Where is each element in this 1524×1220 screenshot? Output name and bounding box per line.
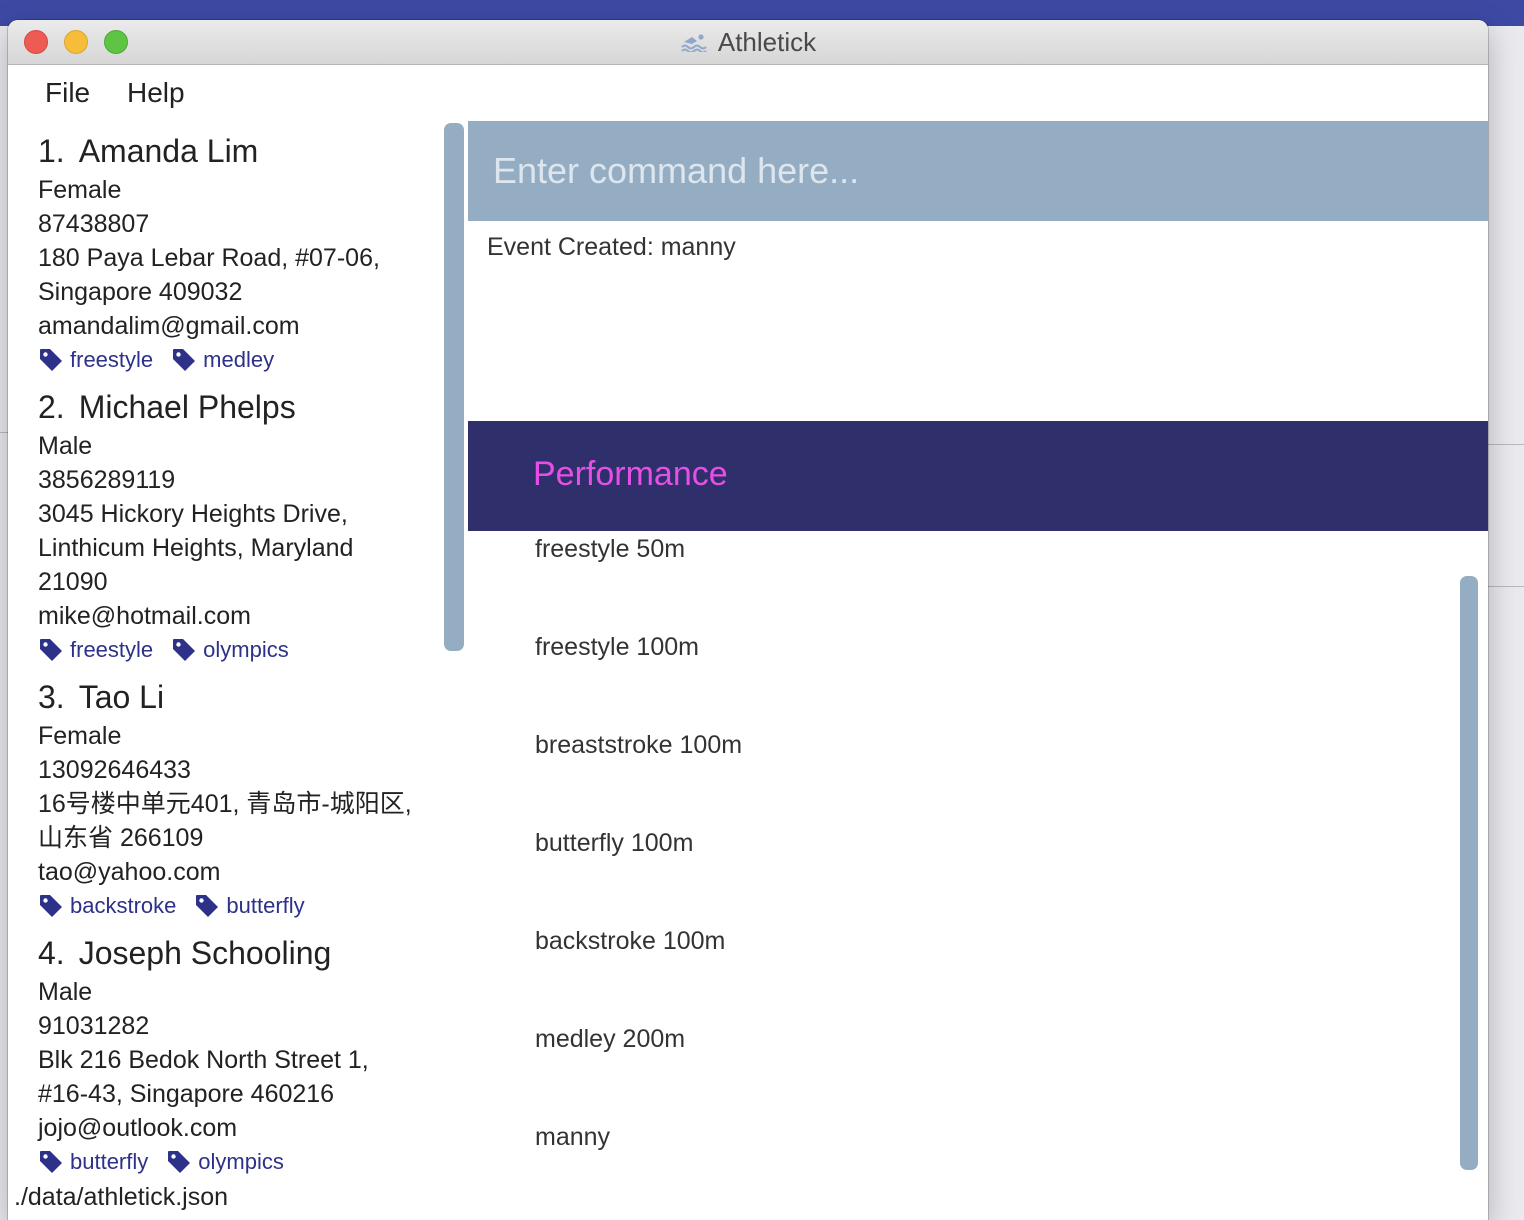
person-address-line: 3045 Hickory Heights Drive,: [38, 500, 348, 528]
person-gender: Female: [38, 722, 122, 750]
tag: butterfly: [194, 893, 305, 919]
desktop-divider: [1488, 586, 1524, 587]
person-name: Tao Li: [78, 679, 165, 715]
person-name-row: 2. Michael Phelps: [38, 389, 448, 425]
tag-list: freestyle medley: [38, 343, 448, 377]
person-list-scrollbar[interactable]: [444, 123, 464, 651]
tag: medley: [171, 347, 274, 373]
person-address-line: Singapore 409032: [38, 278, 243, 306]
tag-list: freestyle olympics: [38, 633, 448, 667]
person-index: 3.: [38, 679, 65, 715]
person-phone: 3856289119: [38, 466, 176, 494]
command-input[interactable]: [468, 121, 1488, 221]
tag: freestyle: [38, 637, 153, 663]
desktop-divider: [1488, 444, 1524, 445]
desktop-divider: [0, 432, 8, 433]
person-card[interactable]: 1. Amanda Lim Female 87438807 180 Paya Le…: [8, 133, 448, 377]
person-card[interactable]: 2. Michael Phelps Male 3856289119 3045 Hi…: [8, 389, 448, 667]
event-list[interactable]: freestyle 50m freestyle 100m breaststrok…: [468, 531, 1488, 1175]
person-gender: Male: [38, 432, 93, 460]
tag-icon: [40, 1151, 62, 1173]
performance-title: Performance: [533, 455, 728, 493]
swimmer-icon: [681, 34, 707, 52]
performance-header: Performance: [468, 421, 1488, 531]
tag-label: olympics: [203, 637, 289, 662]
person-email: tao@yahoo.com: [38, 858, 221, 886]
tag-list: butterfly olympics: [38, 1145, 448, 1175]
person-address-line: Linthicum Heights, Maryland: [38, 534, 354, 562]
event-list-scrollbar[interactable]: [1460, 576, 1478, 1170]
person-address-line: #16-43, Singapore 460216: [38, 1080, 335, 1108]
event-list-content: freestyle 50m freestyle 100m breaststrok…: [468, 531, 1488, 1175]
tag-label: backstroke: [70, 893, 177, 918]
person-index: 1.: [38, 133, 65, 169]
person-address-line: 180 Paya Lebar Road, #07-06,: [38, 244, 380, 272]
menu-bar: File Help: [8, 65, 1488, 121]
person-name: Amanda Lim: [78, 133, 259, 169]
person-email: jojo@outlook.com: [38, 1114, 238, 1142]
tag-label: freestyle: [70, 347, 154, 372]
tag-label: butterfly: [70, 1149, 149, 1174]
tag-icon: [40, 349, 62, 371]
tag-icon: [196, 895, 219, 917]
person-list[interactable]: 1. Amanda Lim Female 87438807 180 Paya Le…: [8, 121, 448, 1175]
window-title: Athletick: [717, 26, 817, 57]
data-file-path: ./data/athletick.json: [14, 1183, 229, 1211]
tag-icon: [173, 349, 196, 371]
tag: freestyle: [38, 347, 153, 373]
event-item[interactable]: backstroke 100m: [468, 892, 1488, 990]
tag: olympics: [166, 1149, 284, 1175]
window-title-group: Athletick: [8, 20, 1488, 64]
person-address-line: 16号楼中单元401, 青岛市-城阳区,: [38, 790, 412, 818]
tag: butterfly: [38, 1149, 148, 1175]
event-item[interactable]: freestyle 100m: [468, 598, 1488, 696]
person-gender: Male: [38, 978, 93, 1006]
person-phone: 13092646433: [38, 756, 191, 784]
person-address-line: 山东省 266109: [38, 824, 204, 852]
tag-label: olympics: [198, 1149, 284, 1174]
person-address-line: Blk 216 Bedok North Street 1,: [38, 1046, 369, 1074]
event-item[interactable]: manny: [468, 1088, 1488, 1175]
tag-icon: [40, 639, 62, 661]
person-phone: 87438807: [38, 210, 150, 238]
person-phone: 91031282: [38, 1012, 150, 1040]
command-box: [468, 121, 1488, 221]
result-display: Event Created: manny: [468, 221, 1488, 421]
person-email: amandalim@gmail.com: [38, 312, 300, 340]
tag-label: medley: [203, 347, 275, 372]
event-item[interactable]: breaststroke 100m: [468, 696, 1488, 794]
person-address-line: 21090: [38, 568, 108, 596]
event-item[interactable]: freestyle 50m: [468, 531, 1488, 598]
person-name-row: 4. Joseph Schooling: [38, 935, 448, 971]
person-card[interactable]: 4. Joseph Schooling Male 91031282 Blk 216…: [8, 935, 448, 1175]
person-index: 4.: [38, 935, 65, 971]
tag-icon: [40, 895, 62, 917]
person-name-row: 3. Tao Li: [38, 679, 448, 715]
event-item[interactable]: medley 200m: [468, 990, 1488, 1088]
person-card[interactable]: 3. Tao Li Female 13092646433 16号楼中单元401, …: [8, 679, 448, 923]
person-name: Michael Phelps: [78, 389, 296, 425]
title-bar[interactable]: Athletick: [8, 20, 1488, 65]
tag: olympics: [171, 637, 289, 663]
person-name-row: 1. Amanda Lim: [38, 133, 448, 169]
tag: backstroke: [38, 893, 176, 919]
tag-icon: [168, 1151, 191, 1173]
menu-help[interactable]: Help: [127, 77, 185, 109]
status-bar: ./data/athletick.json: [8, 1175, 1488, 1220]
tag-list: backstroke butterfly: [38, 889, 448, 923]
person-index: 2.: [38, 389, 65, 425]
result-message: Event Created: manny: [487, 233, 736, 261]
tag-icon: [173, 639, 196, 661]
app-window: Athletick File Help 1. Amanda Lim Female …: [8, 20, 1488, 1220]
menu-file[interactable]: File: [45, 77, 90, 109]
tag-label: freestyle: [70, 637, 154, 662]
person-email: mike@hotmail.com: [38, 602, 251, 630]
tag-label: butterfly: [226, 893, 305, 918]
person-name: Joseph Schooling: [78, 935, 332, 971]
event-item[interactable]: butterfly 100m: [468, 794, 1488, 892]
person-gender: Female: [38, 176, 122, 204]
